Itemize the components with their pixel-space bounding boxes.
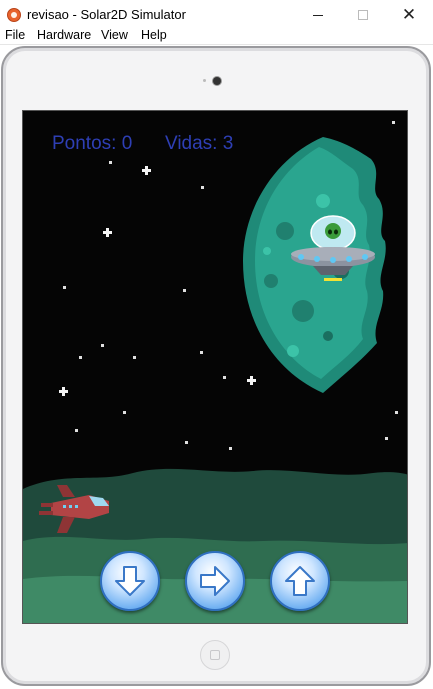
arrow-down-icon [115,566,145,596]
move-down-button[interactable] [100,551,160,611]
arrow-up-icon [285,566,315,596]
maximize-icon [358,10,368,20]
menu-file[interactable]: File [5,28,25,42]
close-button[interactable]: ✕ [386,0,432,30]
minimize-icon [313,14,323,16]
menu-help[interactable]: Help [141,28,167,42]
minimize-button[interactable] [295,0,341,30]
home-button[interactable] [200,640,230,670]
sensor-dot [203,79,206,82]
move-right-button[interactable] [185,551,245,611]
score-label: Pontos: 0 [52,133,133,154]
title-bar: revisao - Solar2D Simulator ✕ [0,0,433,30]
menu-view[interactable]: View [101,28,128,42]
maximize-button[interactable] [340,0,386,30]
front-camera [213,77,221,85]
solar2d-app-icon [7,8,21,22]
lives-label: Vidas: 3 [165,133,234,154]
window-title: revisao - Solar2D Simulator [27,7,186,22]
game-scene [23,137,407,623]
move-up-button[interactable] [270,551,330,611]
control-buttons [23,551,407,615]
home-icon [210,650,220,660]
close-icon: ✕ [401,5,417,24]
arrow-right-icon [200,566,230,596]
menu-hardware[interactable]: Hardware [37,28,91,42]
menu-bar: File Hardware View Help [0,27,433,45]
game-screen: Pontos: 0 Vidas: 3 [22,110,408,624]
